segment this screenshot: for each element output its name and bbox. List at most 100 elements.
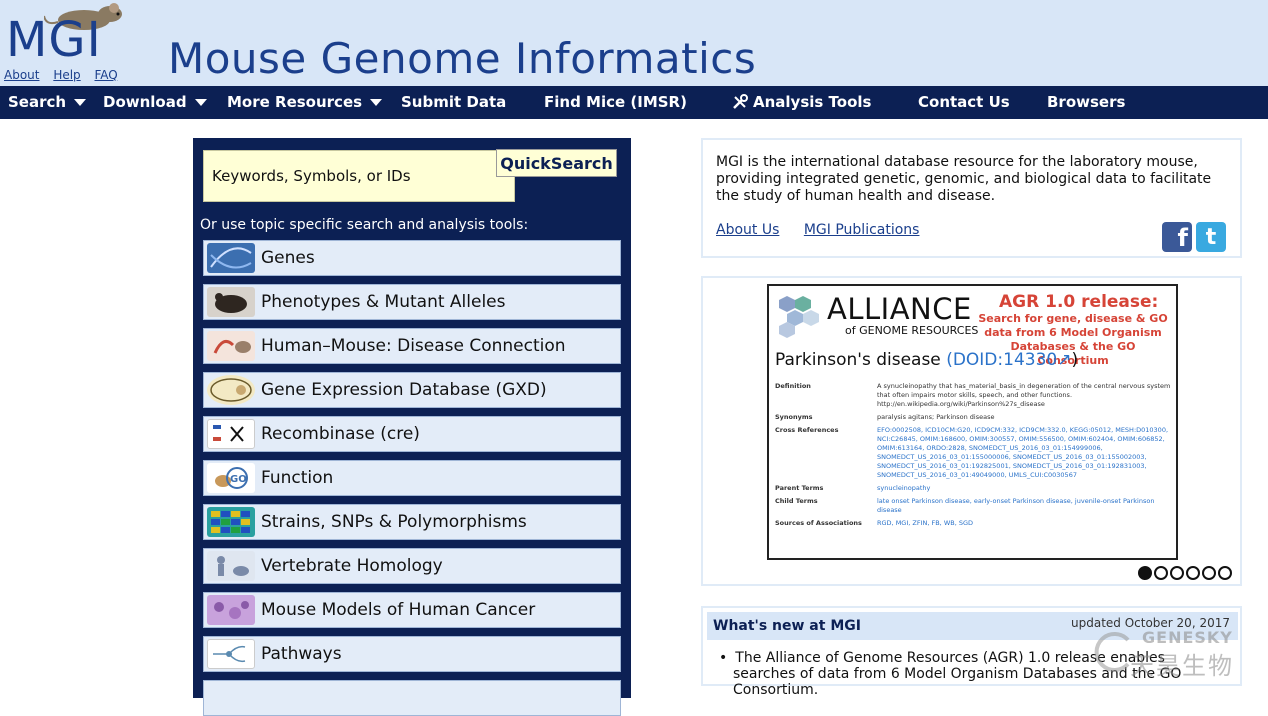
watermark-logo: GENESKY 天昊生物 (1090, 626, 1260, 682)
nav-browsers[interactable]: Browsers (1047, 93, 1125, 111)
site-title: Mouse Genome Informatics (168, 34, 757, 83)
carousel-dot[interactable] (1218, 566, 1232, 580)
homology-icon (207, 551, 255, 581)
detail-row: Cross References EFO:0002508, ICD10CM:G20… (775, 426, 1173, 480)
detail-key: Cross References (775, 426, 839, 434)
agr-release-title: AGR 1.0 release: (999, 292, 1159, 312)
topic-label: Phenotypes & Mutant Alleles (261, 292, 506, 312)
topic-label: Strains, SNPs & Polymorphisms (261, 512, 527, 532)
topic-pathways[interactable]: Pathways (203, 636, 621, 672)
doid-close: ) (1071, 350, 1079, 370)
nav-label: Browsers (1047, 93, 1126, 111)
nav-label: Submit Data (401, 93, 507, 111)
header-links: About Help FAQ (4, 68, 128, 82)
alliance-title: ALLIANCE (827, 292, 972, 326)
detail-row: Synonyms paralysis agitans; Parkinson dis… (775, 413, 1173, 422)
topic-label: Vertebrate Homology (261, 556, 443, 576)
search-panel: Keywords, Symbols, or IDs QuickSearch Or… (193, 138, 631, 716)
detail-row: Sources of Associations RGD, MGI, ZFIN, F… (775, 519, 1173, 528)
carousel-dot[interactable] (1202, 566, 1216, 580)
caret-down-icon (74, 98, 87, 106)
detail-value: paralysis agitans; Parkinson disease (877, 413, 995, 421)
caret-down-icon (370, 98, 383, 106)
topic-cancer-models[interactable]: Mouse Models of Human Cancer (203, 592, 621, 628)
carousel-dot[interactable] (1170, 566, 1184, 580)
topic-label: Recombinase (cre) (261, 424, 420, 444)
topic-human-mouse-disease[interactable]: Human–Mouse: Disease Connection (203, 328, 621, 364)
help-link[interactable]: Help (53, 68, 80, 82)
topic-strains-snps[interactable]: Strains, SNPs & Polymorphisms (203, 504, 621, 540)
nav-label: Download (103, 93, 187, 111)
main-nav: Search Download More Resources Submit Da… (0, 86, 1268, 119)
detail-key: Sources of Associations (775, 519, 862, 527)
about-link[interactable]: About (4, 68, 39, 82)
mgi-logo[interactable]: MGI About Help FAQ (4, 2, 128, 82)
nav-submit-data[interactable]: Submit Data (401, 93, 506, 111)
topic-label: Human–Mouse: Disease Connection (261, 336, 566, 356)
mgi-publications-link[interactable]: MGI Publications (804, 222, 920, 238)
detail-key: Parent Terms (775, 484, 824, 492)
topic-label: Pathways (261, 644, 342, 664)
detail-key: Definition (775, 382, 811, 390)
nav-analysis-tools[interactable]: Analysis Tools (731, 93, 871, 111)
about-text: MGI is the international database resour… (716, 154, 1212, 204)
about-us-link[interactable]: About Us (716, 222, 779, 238)
dna-icon (207, 243, 255, 273)
nav-contact-us[interactable]: Contact Us (918, 93, 1010, 111)
carousel-dot[interactable] (1138, 566, 1152, 580)
carousel-dot[interactable] (1186, 566, 1200, 580)
topic-more[interactable] (203, 680, 621, 716)
topic-label: Genes (261, 248, 315, 268)
doid-link[interactable]: (DOID:14330↗ (946, 350, 1071, 370)
tools-icon (733, 94, 748, 109)
quicksearch-button[interactable]: QuickSearch (496, 149, 617, 177)
pathway-icon (207, 639, 255, 669)
watermark-icon (1094, 632, 1130, 672)
nav-more-resources[interactable]: More Resources (227, 93, 383, 111)
quicksearch-input[interactable]: Keywords, Symbols, or IDs (203, 150, 515, 202)
disease-title: Parkinson's disease (DOID:14330↗) (775, 350, 1078, 370)
topic-function[interactable]: GO Function (203, 460, 621, 496)
nav-label: Search (8, 93, 67, 111)
mouse-icon (207, 287, 255, 317)
gxd-icon (207, 375, 255, 405)
facebook-icon[interactable]: f (1162, 222, 1192, 252)
site-header: MGI About Help FAQ Mouse Genome Informat… (0, 0, 1268, 86)
watermark-text-en: GENESKY (1142, 628, 1233, 647)
detail-value: late onset Parkinson disease, early-onse… (877, 497, 1155, 514)
topic-label: Mouse Models of Human Cancer (261, 600, 536, 620)
topic-label: Function (261, 468, 334, 488)
snp-grid-icon (207, 507, 255, 537)
disease-name: Parkinson's disease (775, 350, 941, 370)
disease-details: Definition A synucleinopathy that has_mat… (775, 382, 1173, 532)
nav-label: Find Mice (IMSR) (544, 93, 687, 111)
cancer-tissue-icon (207, 595, 255, 625)
detail-row: Definition A synucleinopathy that has_mat… (775, 382, 1173, 409)
social-links: f t (1162, 222, 1226, 252)
carousel-dots (1138, 566, 1232, 580)
quicksearch-placeholder: Keywords, Symbols, or IDs (212, 167, 411, 185)
detail-value: A synucleinopathy that has_material_basi… (877, 382, 1171, 408)
faq-link[interactable]: FAQ (95, 68, 118, 82)
nav-search[interactable]: Search (8, 93, 87, 111)
topic-gxd[interactable]: Gene Expression Database (GXD) (203, 372, 621, 408)
twitter-icon[interactable]: t (1196, 222, 1226, 252)
nav-label: Analysis Tools (753, 93, 872, 111)
alliance-subtitle: of GENOME RESOURCES (845, 324, 979, 337)
topic-vertebrate-homology[interactable]: Vertebrate Homology (203, 548, 621, 584)
carousel-dot[interactable] (1154, 566, 1168, 580)
nav-label: More Resources (227, 93, 363, 111)
detail-value: EFO:0002508, ICD10CM:G20, ICD9CM:332, IC… (877, 426, 1169, 479)
detail-key: Synonyms (775, 413, 813, 421)
topic-genes[interactable]: Genes (203, 240, 621, 276)
human-mouse-icon (207, 331, 255, 361)
nav-find-mice[interactable]: Find Mice (IMSR) (544, 93, 687, 111)
topic-hint: Or use topic specific search and analysi… (200, 217, 529, 233)
carousel-slide[interactable]: ALLIANCE of GENOME RESOURCES AGR 1.0 rel… (767, 284, 1178, 560)
topic-recombinase[interactable]: Recombinase (cre) (203, 416, 621, 452)
go-icon: GO (207, 463, 255, 493)
caret-down-icon (194, 98, 207, 106)
detail-value: RGD, MGI, ZFIN, FB, WB, SGD (877, 519, 974, 527)
topic-phenotypes[interactable]: Phenotypes & Mutant Alleles (203, 284, 621, 320)
nav-download[interactable]: Download (103, 93, 207, 111)
